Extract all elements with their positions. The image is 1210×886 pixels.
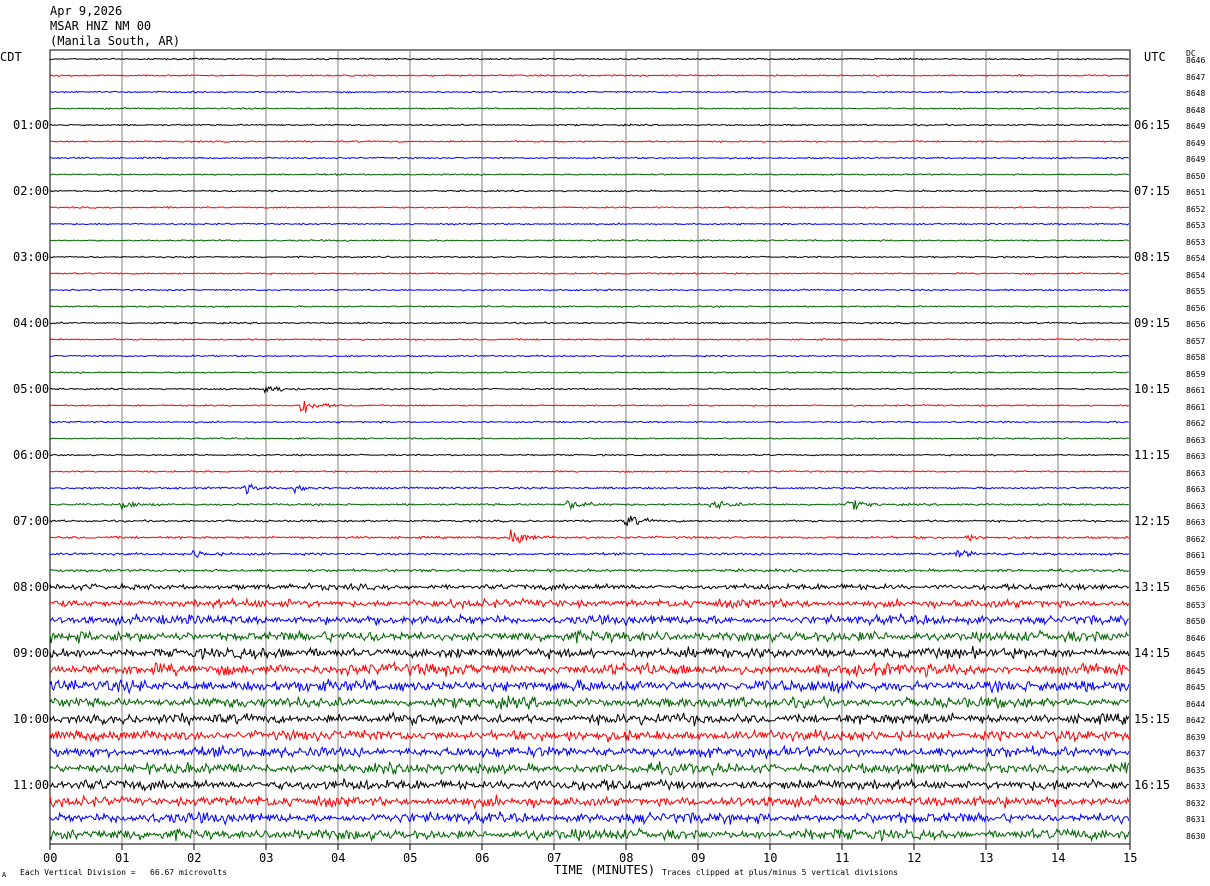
trace-23 bbox=[49, 420, 1129, 424]
trace-46 bbox=[49, 794, 1130, 811]
trace-35 bbox=[49, 612, 1130, 628]
trace-1 bbox=[49, 57, 1129, 61]
x-tick-label-10: 10 bbox=[763, 851, 778, 865]
trace-29 bbox=[49, 515, 1129, 527]
trace-32 bbox=[49, 567, 1130, 574]
trace-45 bbox=[49, 777, 1129, 792]
plot-frame bbox=[49, 49, 1131, 845]
trace-15 bbox=[49, 288, 1129, 292]
trace-16 bbox=[49, 305, 1129, 309]
x-tick-label-01: 01 bbox=[115, 851, 130, 865]
trace-19 bbox=[49, 354, 1130, 358]
seismogram-plot bbox=[49, 49, 1131, 850]
clip-note: Traces clipped at plus/minus 5 vertical … bbox=[662, 868, 899, 877]
trace-34 bbox=[49, 596, 1130, 610]
trace-4 bbox=[49, 107, 1129, 111]
seismic-traces bbox=[49, 57, 1130, 843]
x-tick-label-02: 02 bbox=[187, 851, 202, 865]
trace-42 bbox=[49, 728, 1130, 743]
trace-28 bbox=[49, 499, 1129, 512]
trace-3 bbox=[49, 90, 1129, 94]
trace-20 bbox=[49, 370, 1129, 375]
trace-6 bbox=[49, 139, 1129, 144]
trace-14 bbox=[49, 271, 1129, 276]
trace-39 bbox=[49, 678, 1130, 695]
trace-11 bbox=[49, 222, 1130, 226]
trace-33 bbox=[49, 581, 1130, 592]
trace-8 bbox=[49, 172, 1130, 177]
trace-24 bbox=[49, 436, 1130, 441]
x-tick-label-06: 06 bbox=[475, 851, 490, 865]
x-tick-label-11: 11 bbox=[835, 851, 850, 865]
x-tick-label-12: 12 bbox=[907, 851, 922, 865]
x-axis-ticks bbox=[49, 844, 1131, 850]
trace-26 bbox=[49, 469, 1129, 474]
trace-10 bbox=[49, 205, 1129, 209]
trace-17 bbox=[49, 321, 1129, 325]
trace-5 bbox=[49, 123, 1129, 127]
trace-36 bbox=[49, 628, 1129, 644]
trace-48 bbox=[49, 827, 1130, 843]
trace-44 bbox=[49, 761, 1130, 777]
trace-13 bbox=[50, 255, 1129, 259]
minute-gridlines bbox=[121, 50, 1059, 844]
x-tick-label-05: 05 bbox=[403, 851, 418, 865]
trace-41 bbox=[49, 711, 1130, 727]
x-tick-label-04: 04 bbox=[331, 851, 346, 865]
trace-37 bbox=[49, 646, 1130, 661]
trace-25 bbox=[49, 453, 1130, 457]
trace-22 bbox=[49, 400, 1130, 413]
x-tick-label-13: 13 bbox=[979, 851, 994, 865]
scale-note: Each Vertical Division = 66.67 microvolt… bbox=[20, 868, 228, 877]
trace-43 bbox=[49, 743, 1130, 761]
trace-9 bbox=[49, 189, 1129, 193]
trace-2 bbox=[49, 73, 1130, 78]
x-axis-title: TIME (MINUTES) bbox=[554, 863, 656, 877]
x-tick-label-09: 09 bbox=[691, 851, 706, 865]
trace-38 bbox=[49, 660, 1130, 678]
x-tick-label-14: 14 bbox=[1051, 851, 1066, 865]
trace-30 bbox=[49, 529, 1130, 544]
x-tick-label-03: 03 bbox=[259, 851, 274, 865]
x-tick-label-00: 00 bbox=[43, 851, 58, 865]
trace-47 bbox=[49, 810, 1130, 826]
trace-12 bbox=[49, 238, 1130, 243]
trace-27 bbox=[49, 483, 1129, 495]
corner-mark: A bbox=[2, 871, 7, 879]
trace-31 bbox=[50, 549, 1130, 559]
trace-7 bbox=[49, 156, 1130, 160]
trace-18 bbox=[49, 337, 1129, 342]
trace-40 bbox=[49, 694, 1130, 710]
x-tick-label-15: 15 bbox=[1123, 851, 1138, 865]
trace-21 bbox=[49, 385, 1129, 394]
